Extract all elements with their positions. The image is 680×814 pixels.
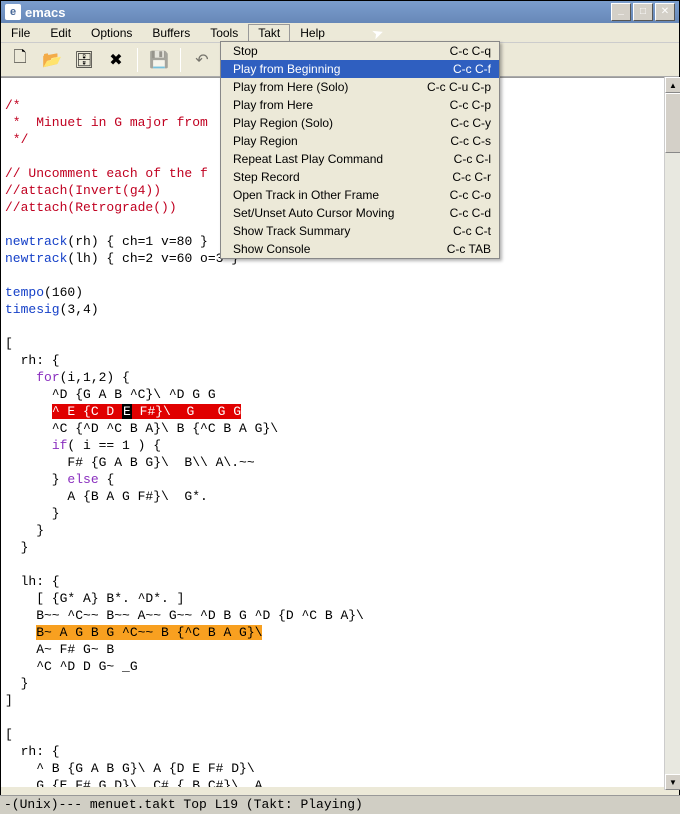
code-line: timesig [5, 302, 60, 317]
menu-tools[interactable]: Tools [200, 24, 248, 42]
menu-help[interactable]: Help [290, 24, 335, 42]
app-icon: e [5, 4, 21, 20]
kill-buffer-icon[interactable]: ✖ [103, 47, 129, 73]
dd-open-track-other-frame[interactable]: Open Track in Other FrameC-c C-o [221, 186, 499, 204]
code-line: tempo [5, 285, 44, 300]
code-line: } [5, 506, 60, 521]
code-line: [ [5, 727, 13, 742]
takt-dropdown: StopC-c C-q Play from BeginningC-c C-f P… [220, 41, 500, 259]
code-line: [ [5, 336, 13, 351]
dd-repeat-last[interactable]: Repeat Last Play CommandC-c C-l [221, 150, 499, 168]
menu-edit[interactable]: Edit [40, 24, 81, 42]
code-line: } [5, 523, 44, 538]
dd-play-from-here-solo[interactable]: Play from Here (Solo)C-c C-u C-p [221, 78, 499, 96]
code-line: //attach(Retrograde()) [5, 200, 177, 215]
menu-takt[interactable]: Takt [248, 24, 290, 42]
dd-stop[interactable]: StopC-c C-q [221, 42, 499, 60]
code-line: (160) [44, 285, 83, 300]
code-line: newtrack [5, 251, 67, 266]
titlebar: e emacs _ □ ✕ [1, 1, 679, 23]
scroll-down-icon[interactable]: ▼ [665, 774, 680, 790]
code-line: } [5, 676, 28, 691]
dd-play-from-beginning[interactable]: Play from BeginningC-c C-f [221, 60, 499, 78]
dd-play-region[interactable]: Play RegionC-c C-s [221, 132, 499, 150]
code-line: ] [5, 693, 13, 708]
code-line: if [52, 438, 68, 453]
code-line: } [5, 472, 67, 487]
play-cursor-rh: ^ E {C D E F#}\ G G G [52, 404, 241, 419]
code-line: (3,4) [60, 302, 99, 317]
code-line: * Minuet in G major from [5, 115, 208, 130]
code-line [5, 404, 52, 419]
code-line: F# {G A B G}\ B\\ A\.~~ [5, 455, 255, 470]
code-line: /* [5, 98, 21, 113]
window-buttons: _ □ ✕ [611, 3, 675, 21]
code-line: [ {G* A} B*. ^D*. ] [5, 591, 184, 606]
code-line: ^ B {G A B G}\ A {D E F# D}\ [5, 761, 255, 776]
code-line: A~ F# G~ B [5, 642, 114, 657]
code-line: (rh) { ch=1 v=80 } [67, 234, 207, 249]
code-line: rh: { [5, 353, 60, 368]
scroll-thumb[interactable] [665, 93, 680, 153]
code-line [5, 438, 52, 453]
dd-step-record[interactable]: Step RecordC-c C-r [221, 168, 499, 186]
code-line: newtrack [5, 234, 67, 249]
code-line: ^C {^D ^C B A}\ B {^C B A G}\ [5, 421, 278, 436]
code-line: */ [5, 132, 28, 147]
code-line: for [36, 370, 59, 385]
menubar: File Edit Options Buffers Tools Takt Hel… [1, 23, 679, 43]
menu-options[interactable]: Options [81, 24, 142, 42]
code-line: lh: { [5, 574, 60, 589]
code-line: } [5, 540, 28, 555]
window-title: emacs [25, 5, 611, 20]
save-icon[interactable]: 💾 [146, 47, 172, 73]
code-line: (lh) { ch=2 v=60 o=3 } [67, 251, 239, 266]
code-line: A {B A G F#}\ G*. [5, 489, 208, 504]
code-line [5, 625, 36, 640]
code-line: (i,1,2) { [60, 370, 130, 385]
scrollbar[interactable]: ▲ ▼ [664, 77, 680, 790]
code-line [5, 370, 36, 385]
menu-file[interactable]: File [1, 24, 40, 42]
dd-play-region-solo[interactable]: Play Region (Solo)C-c C-y [221, 114, 499, 132]
code-line: rh: { [5, 744, 60, 759]
code-line: { [99, 472, 115, 487]
modeline: -(Unix)--- menuet.takt Top L19 (Takt: Pl… [0, 795, 680, 814]
maximize-button[interactable]: □ [633, 3, 653, 21]
code-line: G {E F# G D}\ C# {_B C#}\ _A [5, 778, 262, 787]
code-line: ^C ^D D G~ _G [5, 659, 138, 674]
undo-icon[interactable]: ↶ [189, 47, 215, 73]
code-line: else [67, 472, 98, 487]
code-line: ^D {G A B ^C}\ ^D G G [5, 387, 216, 402]
open-file-icon[interactable]: 📂 [39, 47, 65, 73]
dd-auto-cursor[interactable]: Set/Unset Auto Cursor MovingC-c C-d [221, 204, 499, 222]
dd-play-from-here[interactable]: Play from HereC-c C-p [221, 96, 499, 114]
scroll-up-icon[interactable]: ▲ [665, 77, 680, 93]
code-line: ( i == 1 ) { [67, 438, 161, 453]
menu-buffers[interactable]: Buffers [142, 24, 200, 42]
code-line: B~~ ^C~~ B~~ A~~ G~~ ^D B G ^D {D ^C B A… [5, 608, 364, 623]
close-button[interactable]: ✕ [655, 3, 675, 21]
separator [180, 48, 181, 72]
play-cursor-lh: B~ A G B G ^C~~ B {^C B A G}\ [36, 625, 262, 640]
dd-track-summary[interactable]: Show Track SummaryC-c C-t [221, 222, 499, 240]
code-line: //attach(Invert(g4)) [5, 183, 161, 198]
minimize-button[interactable]: _ [611, 3, 631, 21]
dd-show-console[interactable]: Show ConsoleC-c TAB [221, 240, 499, 258]
code-line: // Uncomment each of the f [5, 166, 208, 181]
new-file-icon[interactable]: 🗋 [7, 47, 33, 73]
directory-icon[interactable]: 🗄 [71, 47, 97, 73]
separator [137, 48, 138, 72]
